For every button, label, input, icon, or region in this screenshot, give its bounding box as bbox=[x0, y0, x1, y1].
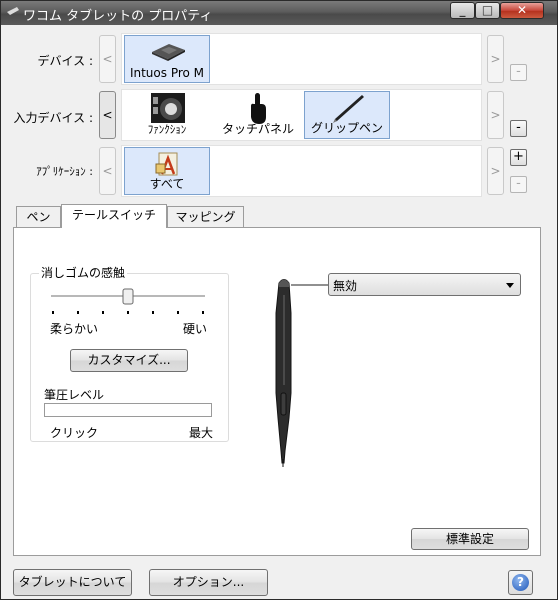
tail-switch-function-value: 無効 bbox=[333, 279, 358, 293]
application-remove-button[interactable]: - bbox=[510, 176, 527, 193]
options-button[interactable]: オプション... bbox=[149, 569, 268, 596]
help-button[interactable]: ? bbox=[508, 570, 533, 595]
device-list: Intuos Pro M bbox=[121, 33, 482, 85]
window-title: ワコム タブレットの プロパティ bbox=[23, 9, 213, 24]
application-add-button[interactable]: + bbox=[510, 149, 527, 166]
default-button[interactable]: 標準設定 bbox=[411, 528, 529, 550]
close-icon: ✕ bbox=[516, 3, 528, 17]
application-tile-label: すべて bbox=[149, 177, 185, 191]
slider-thumb[interactable] bbox=[122, 288, 134, 305]
tail-switch-function-dropdown[interactable]: 無効 bbox=[328, 273, 521, 296]
input-tile-grip-pen[interactable]: グリップペン bbox=[304, 91, 390, 139]
minimize-icon: _ bbox=[459, 3, 466, 17]
minimize-button[interactable]: _ bbox=[450, 2, 475, 19]
application-tile-all[interactable]: すべて bbox=[124, 147, 210, 195]
tab-pen[interactable]: ペン bbox=[16, 206, 61, 228]
input-tile-label: ﾌｧﾝｸｼｮﾝ bbox=[147, 123, 187, 136]
input-device-prev-button[interactable]: < bbox=[99, 91, 116, 139]
slider-tick bbox=[102, 311, 104, 314]
application-list: すべて bbox=[121, 145, 482, 197]
maximize-button[interactable]: □ bbox=[475, 2, 500, 19]
eraser-feel-slider[interactable] bbox=[45, 286, 211, 318]
device-tile-label: Intuos Pro M bbox=[129, 66, 205, 80]
customize-button[interactable]: カスタマイズ... bbox=[70, 349, 188, 372]
input-device-next-button[interactable]: > bbox=[487, 91, 504, 139]
device-row-label: デバイス : bbox=[37, 54, 94, 68]
express-key-wheel-icon bbox=[151, 93, 185, 123]
slider-tick bbox=[52, 311, 54, 314]
slider-tick bbox=[152, 311, 154, 314]
application-next-button[interactable]: > bbox=[487, 147, 504, 195]
pressure-click-label: クリック bbox=[50, 426, 99, 440]
input-tile-label: グリップペン bbox=[310, 121, 383, 135]
tablet-icon bbox=[152, 44, 185, 61]
eraser-firm-label: 硬い bbox=[183, 322, 208, 336]
pressure-level-bar bbox=[44, 403, 212, 417]
help-icon: ? bbox=[512, 574, 529, 591]
close-button[interactable]: ✕ bbox=[500, 2, 544, 19]
about-tablet-button[interactable]: タブレットについて bbox=[13, 569, 132, 596]
eraser-soft-label: 柔らかい bbox=[50, 322, 99, 336]
properties-window: ワコム タブレットの プロパティ _ □ ✕ デバイス : < Intuos P… bbox=[0, 0, 558, 600]
chevron-down-icon bbox=[506, 283, 514, 288]
title-bar: ワコム タブレットの プロパティ _ □ ✕ bbox=[1, 1, 557, 25]
slider-ticks bbox=[52, 311, 204, 314]
eraser-feel-title: 消しゴムの感触 bbox=[39, 264, 128, 281]
device-next-button[interactable]: > bbox=[487, 35, 504, 83]
input-device-list: ﾌｧﾝｸｼｮﾝ タッチパネル グリップペン bbox=[121, 89, 482, 141]
maximize-icon: □ bbox=[481, 3, 494, 17]
slider-tick bbox=[202, 311, 204, 314]
device-tile-intuos-pro-m[interactable]: Intuos Pro M bbox=[124, 35, 210, 83]
tab-tail-switch[interactable]: テールスイッチ bbox=[61, 204, 167, 228]
tab-mapping[interactable]: マッピング bbox=[167, 206, 244, 228]
grip-pen-illustration bbox=[275, 279, 329, 467]
application-prev-button[interactable]: < bbox=[99, 147, 116, 195]
input-tile-label: タッチパネル bbox=[221, 122, 294, 136]
slider-tick bbox=[177, 311, 179, 314]
pressure-level-title: 筆圧レベル bbox=[44, 388, 105, 402]
input-device-row-label: 入力デバイス : bbox=[13, 111, 94, 125]
device-prev-button[interactable]: < bbox=[99, 35, 116, 83]
device-remove-button[interactable]: - bbox=[510, 64, 527, 81]
input-device-remove-button[interactable]: - bbox=[510, 120, 527, 137]
slider-tick bbox=[77, 311, 79, 314]
pressure-max-label: 最大 bbox=[189, 426, 214, 440]
application-row-label: ｱﾌﾟﾘｹｰｼｮﾝ : bbox=[36, 165, 93, 178]
slider-tick bbox=[127, 311, 129, 314]
pen-app-icon bbox=[7, 7, 19, 15]
input-tile-touch[interactable]: タッチパネル bbox=[215, 91, 301, 139]
input-tile-function[interactable]: ﾌｧﾝｸｼｮﾝ bbox=[124, 91, 210, 139]
